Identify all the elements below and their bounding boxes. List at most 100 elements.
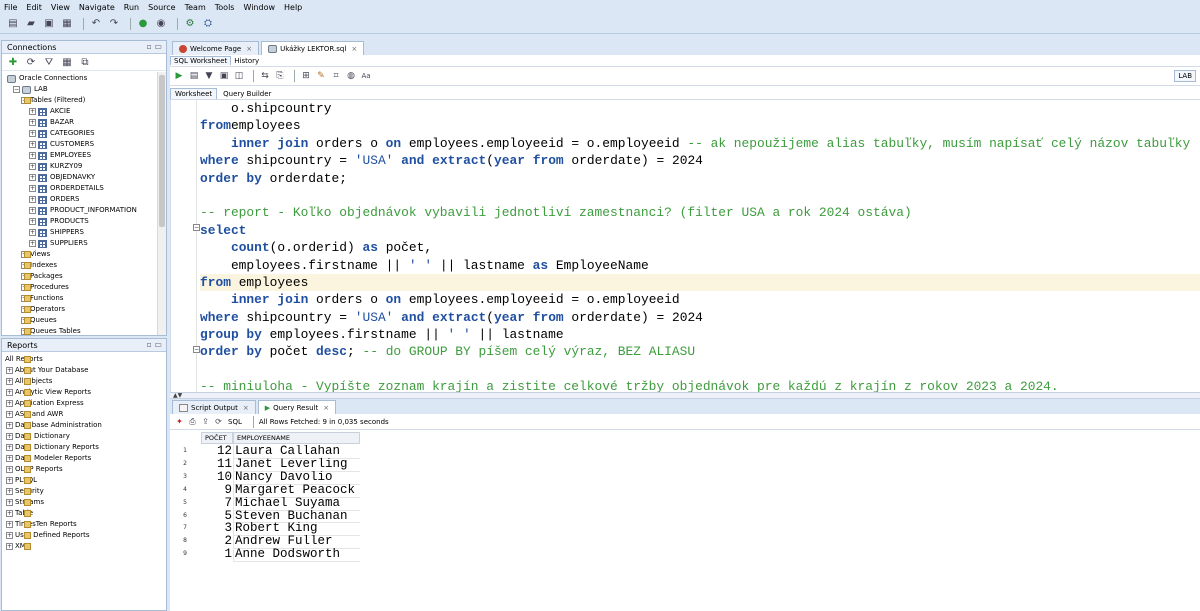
refresh-icon[interactable]: ⟳ [24, 56, 38, 69]
report-node[interactable]: + Data Dictionary [2, 431, 166, 442]
connections-scrollbar[interactable] [157, 72, 166, 335]
clear-icon[interactable]: ✎ [315, 70, 327, 82]
cell-employee-name[interactable]: Laura Callahan [233, 445, 360, 459]
cell-employee-name[interactable]: Robert King [233, 522, 360, 537]
panel-controls[interactable]: ▫ ▭ [146, 42, 162, 51]
tree-node[interactable]: +Indexes [2, 260, 166, 271]
expand-icon[interactable]: + [29, 152, 36, 159]
report-node[interactable]: +Streams [2, 497, 166, 508]
tree-node[interactable]: + EMPLOYEES [2, 150, 166, 161]
code-line[interactable]: select [200, 222, 1200, 239]
code-line[interactable]: employees.firstname || ' ' || lastname a… [200, 257, 1200, 274]
run-script-icon[interactable]: ▤ [188, 70, 200, 82]
tree-node[interactable]: + CUSTOMERS [2, 139, 166, 150]
table-row[interactable]: 3 10 Nancy Davolio [170, 470, 530, 485]
cell-count[interactable]: 12 [201, 445, 233, 458]
sql-icon[interactable]: ⚙ [183, 17, 197, 30]
tree-node[interactable]: −Tables (Filtered) [2, 95, 166, 106]
panel-controls[interactable]: ▫ ▭ [146, 340, 162, 349]
tree-node[interactable]: Oracle Connections [2, 73, 166, 84]
code-line[interactable]: inner join orders o on employees.employe… [200, 135, 1200, 152]
cell-employee-name[interactable]: Janet Leverling [233, 457, 360, 472]
tree-node[interactable]: +Queues [2, 315, 166, 326]
sql-history-icon[interactable]: ◍ [345, 70, 357, 82]
expand-icon[interactable]: + [29, 108, 36, 115]
forward-icon[interactable]: ◉ [154, 17, 168, 30]
expand-icon[interactable]: + [29, 141, 36, 148]
tab-welcome-page[interactable]: Welcome Page × [172, 41, 260, 55]
close-icon[interactable]: × [246, 45, 252, 53]
tree-node[interactable]: + KURZY09 [2, 161, 166, 172]
menu-item-window[interactable]: Window [243, 3, 275, 12]
report-node[interactable]: + All Objects [2, 376, 166, 387]
link-icon[interactable]: ⧉ [78, 56, 92, 69]
code-line[interactable]: inner join orders o on employees.employe… [200, 291, 1200, 308]
expand-icon[interactable]: + [6, 488, 13, 495]
report-node[interactable]: + Database Administration [2, 420, 166, 431]
cell-employee-name[interactable]: Michael Suyama [233, 496, 360, 511]
code-line[interactable]: order by orderdate; [200, 170, 1200, 187]
open-folder-icon[interactable]: ▰ [24, 17, 38, 30]
pin-icon[interactable]: ✦ [174, 416, 185, 427]
cell-count[interactable]: 1 [201, 548, 233, 561]
menu-item-source[interactable]: Source [148, 3, 175, 12]
tree-node[interactable]: + AKCIE [2, 106, 166, 117]
menu-item-view[interactable]: View [51, 3, 70, 12]
collapse-icon[interactable]: − [13, 86, 20, 93]
tree-node[interactable]: +Functions [2, 293, 166, 304]
expand-icon[interactable]: + [6, 510, 13, 517]
sql-link[interactable]: SQL [228, 418, 242, 426]
tab-sql-file[interactable]: Ukážky LEKTOR.sql × [261, 41, 365, 55]
expand-icon[interactable]: + [6, 400, 13, 407]
menu-item-tools[interactable]: Tools [215, 3, 235, 12]
save-icon[interactable]: ▣ [42, 17, 56, 30]
expand-icon[interactable]: + [29, 196, 36, 203]
report-node[interactable]: + XML [2, 541, 166, 552]
new-file-icon[interactable]: ▤ [6, 17, 20, 30]
expand-icon[interactable]: + [29, 229, 36, 236]
cell-employee-name[interactable]: Margaret Peacock [233, 483, 360, 498]
close-icon[interactable]: × [243, 404, 249, 412]
expand-icon[interactable]: + [6, 411, 13, 418]
code-line[interactable]: fromemployees [200, 117, 1200, 134]
tree-node[interactable]: +Views [2, 249, 166, 260]
tree-node[interactable]: + OBJEDNAVKY [2, 172, 166, 183]
cell-count[interactable]: 9 [201, 483, 233, 497]
undo-icon[interactable]: ↶ [89, 17, 103, 30]
table-row[interactable]: 4 9 Margaret Peacock [170, 483, 530, 498]
tab-query-result[interactable]: ▶ Query Result × [257, 400, 337, 414]
expand-icon[interactable]: + [6, 422, 13, 429]
sql-editor[interactable]: − − o.shipcountry fromemployees inner joi… [170, 100, 1200, 392]
code-line[interactable]: where shipcountry = 'USA' and extract(ye… [200, 309, 1200, 326]
tree-node[interactable]: +Procedures [2, 282, 166, 293]
code-line[interactable]: group by employees.firstname || ' ' || l… [200, 326, 1200, 343]
report-node[interactable]: All Reports [2, 354, 166, 365]
tree-node[interactable]: + SUPPLIERS [2, 238, 166, 249]
code-line[interactable]: from employees [200, 273, 1200, 292]
report-node[interactable]: + User Defined Reports [2, 530, 166, 541]
refresh-icon[interactable]: ⟳ [213, 416, 224, 427]
code-line[interactable]: count(o.orderid) as počet, [200, 239, 1200, 256]
expand-icon[interactable]: + [6, 444, 13, 451]
tab-script-output[interactable]: Script Output × [172, 400, 256, 414]
tree-node[interactable]: +Operators [2, 304, 166, 315]
report-node[interactable]: +Security [2, 486, 166, 497]
tuning-icon[interactable]: ⎘ [274, 70, 286, 82]
menu-item-edit[interactable]: Edit [26, 3, 42, 12]
explain-plan-icon[interactable]: ◫ [233, 70, 245, 82]
close-icon[interactable]: × [351, 45, 357, 53]
report-node[interactable]: + Data Modeler Reports [2, 453, 166, 464]
menu-item-navigate[interactable]: Navigate [79, 3, 115, 12]
report-node[interactable]: + TimesTen Reports [2, 519, 166, 530]
expand-icon[interactable]: + [29, 207, 36, 214]
autotrace-icon[interactable]: ⇆ [259, 70, 271, 82]
tree-node[interactable]: + ORDERS [2, 194, 166, 205]
cell-employee-name[interactable]: Steven Buchanan [233, 509, 360, 524]
code-area[interactable]: o.shipcountry fromemployees inner join or… [200, 100, 1200, 392]
add-connection-icon[interactable]: ✚ [6, 56, 20, 69]
table-row[interactable]: 2 11 Janet Leverling [170, 457, 530, 472]
commit-icon[interactable]: ▼ [203, 70, 215, 82]
expand-icon[interactable]: + [6, 389, 13, 396]
report-node[interactable]: +Table [2, 508, 166, 519]
report-node[interactable]: + OLAP Reports [2, 464, 166, 475]
